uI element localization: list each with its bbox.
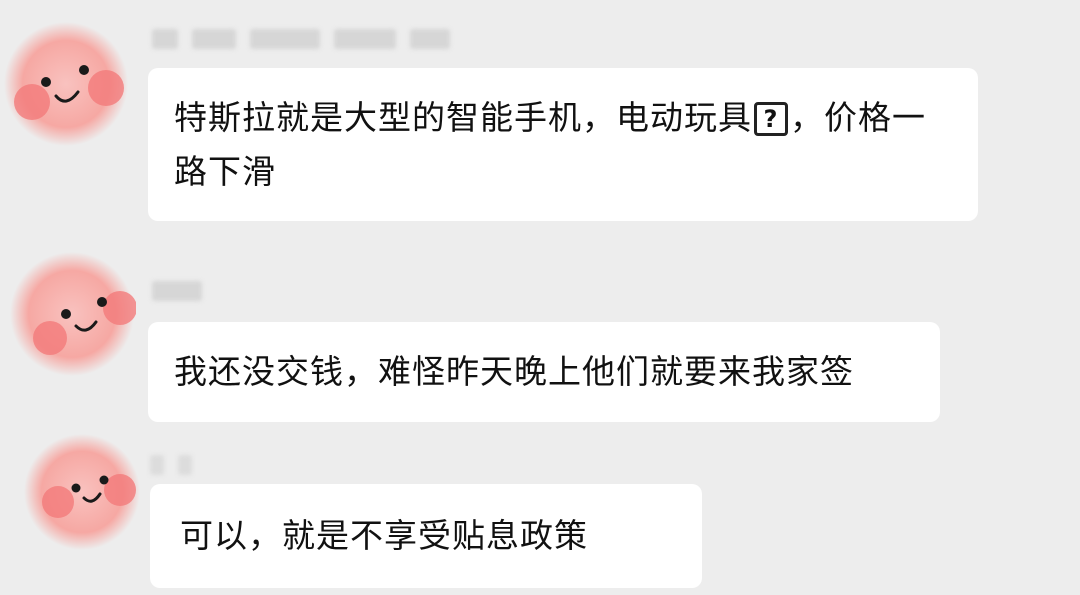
unknown-character-box-icon: ? [754, 102, 788, 136]
message-bubble[interactable]: 我还没交钱，难怪昨天晚上他们就要来我家签 [148, 322, 940, 422]
avatar[interactable] [4, 20, 134, 150]
sender-name-blurred [152, 28, 450, 50]
avatar[interactable] [6, 248, 136, 378]
message-text: 可以，就是不享受贴息政策 [180, 516, 588, 555]
sender-name-blurred [150, 454, 192, 476]
message-bubble[interactable]: 可以，就是不享受贴息政策 [150, 484, 702, 588]
message-text: 特斯拉就是大型的智能手机，电动玩具? ，价格一路下滑 [174, 98, 926, 191]
pink-face-avatar-icon [4, 22, 128, 146]
pink-face-avatar-icon [24, 434, 140, 550]
message-text: 我还没交钱，难怪昨天晚上他们就要来我家签 [174, 352, 854, 391]
sender-name-blurred [152, 280, 202, 302]
avatar[interactable] [20, 430, 150, 560]
pink-face-avatar-icon [10, 252, 136, 376]
message-bubble[interactable]: 特斯拉就是大型的智能手机，电动玩具? ，价格一路下滑 [148, 68, 978, 221]
chat-thread: 特斯拉就是大型的智能手机，电动玩具? ，价格一路下滑 我还没交钱，难怪昨天晚上他们… [0, 0, 1080, 595]
